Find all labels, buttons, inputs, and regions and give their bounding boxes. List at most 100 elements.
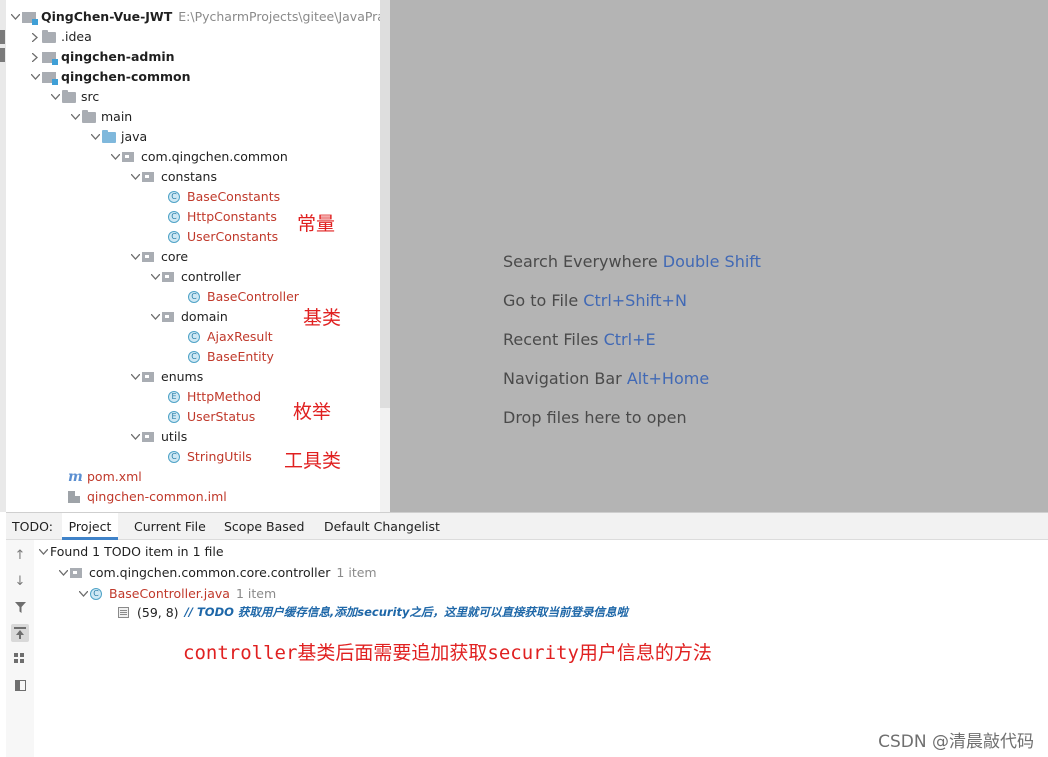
tree-label: qingchen-common.iml [87,489,227,504]
tree-label: enums [161,369,204,384]
chevron-down-icon[interactable] [148,307,162,327]
tree-scrollbar-track[interactable] [380,408,390,512]
group-by-icon[interactable] [11,650,29,668]
tree-node-qingchen-admin[interactable]: qingchen-admin [28,47,175,67]
tree-label: UserConstants [187,229,279,244]
tree-node-class[interactable]: C BaseConstants [168,187,280,207]
hint-go-to-file: Go to File Ctrl+Shift+N [503,291,687,310]
folder-icon [42,27,58,47]
tab-default-changelist[interactable]: Default Changelist [318,513,446,540]
todo-package-label: com.qingchen.common.core.controller [89,565,331,580]
tree-node-src[interactable]: src [48,87,99,107]
chevron-down-icon[interactable] [36,542,50,562]
preview-icon[interactable] [11,624,29,642]
tree-node-enum[interactable]: E UserStatus [168,407,255,427]
tab-current-file[interactable]: Current File [128,513,212,540]
tree-node-pom[interactable]: m pom.xml [68,467,142,487]
chevron-down-icon[interactable] [128,367,142,387]
tool-window-stripe-button[interactable] [0,30,5,44]
chevron-down-icon[interactable] [68,107,82,127]
iml-file-icon [68,487,84,507]
layout-icon[interactable] [11,676,29,694]
tree-node-class[interactable]: C AjaxResult [188,327,273,347]
tree-node-iml[interactable]: qingchen-common.iml [68,487,227,507]
tree-node-class[interactable]: C BaseController [188,287,299,307]
todo-item-row[interactable]: (59, 8) // TODO 获取用户缓存信息,添加security之后，这里… [118,602,628,623]
chevron-down-icon[interactable] [56,563,70,583]
tree-label: controller [181,269,241,284]
tree-label: constans [161,169,217,184]
todo-summary-row[interactable]: Found 1 TODO item in 1 file [36,541,224,562]
tree-label: UserStatus [187,409,256,424]
chevron-down-icon[interactable] [128,167,142,187]
tree-node-root[interactable]: QingChen-Vue-JWT E:\PycharmProjects\gite… [8,7,380,27]
chevron-down-icon[interactable] [76,584,90,604]
package-icon [162,267,178,287]
tree-node-qingchen-common[interactable]: qingchen-common [28,67,191,87]
chevron-right-icon[interactable] [28,27,42,47]
chevron-down-icon[interactable] [48,87,62,107]
tree-node-idea[interactable]: .idea [28,27,92,47]
class-icon: C [188,327,204,347]
tab-project[interactable]: Project [62,513,118,540]
tree-label: com.qingchen.common [141,149,288,164]
tree-label: java [121,129,148,144]
module-folder-icon [42,67,58,87]
tree-label: StringUtils [187,449,252,464]
tree-scrollbar-thumb[interactable] [380,0,390,408]
chevron-right-icon[interactable] [28,47,42,67]
tree-node-class[interactable]: C HttpConstants [168,207,277,227]
arrow-up-icon[interactable]: ↑ [11,546,29,564]
tab-scope-based[interactable]: Scope Based [218,513,310,540]
chevron-down-icon[interactable] [128,247,142,267]
tree-node-class[interactable]: C StringUtils [168,447,252,467]
tree-label: qingchen-common [61,69,191,84]
tree-label: HttpConstants [187,209,277,224]
tree-node-main[interactable]: main [68,107,132,127]
package-icon [122,147,138,167]
module-folder-icon [42,47,58,67]
tree-label: qingchen-admin [61,49,175,64]
todo-position: (59, 8) [137,605,179,620]
tree-node-enums[interactable]: enums [128,367,203,387]
todo-package-row[interactable]: com.qingchen.common.core.controller 1 it… [56,562,377,583]
annotation-enums: 枚举 [293,401,332,423]
project-tree: QingChen-Vue-JWT E:\PycharmProjects\gite… [6,0,380,512]
arrow-down-icon[interactable]: ↓ [11,572,29,590]
tree-node-package[interactable]: com.qingchen.common [108,147,288,167]
tree-node-domain[interactable]: domain [148,307,228,327]
tree-node-controller[interactable]: controller [148,267,241,287]
chevron-down-icon[interactable] [108,147,122,167]
tree-node-class[interactable]: C BaseEntity [188,347,274,367]
annotation-constants: 常量 [297,213,336,235]
tree-node-class[interactable]: C UserConstants [168,227,278,247]
tree-label: core [161,249,189,264]
chevron-down-icon[interactable] [28,67,42,87]
package-icon [70,563,86,583]
todo-panel-title: TODO: [12,519,53,534]
tree-node-core[interactable]: core [128,247,188,267]
chevron-down-icon[interactable] [148,267,162,287]
annotation-utils: 工具类 [284,450,342,472]
chevron-down-icon[interactable] [128,427,142,447]
todo-package-count: 1 item [336,565,377,580]
tree-label: BaseEntity [207,349,274,364]
todo-file-label: BaseController.java [109,586,230,601]
todo-side-toolbar: ↑ ↓ [6,540,35,757]
tree-node-constans[interactable]: constans [128,167,217,187]
todo-file-row[interactable]: C BaseController.java 1 item [76,583,276,604]
chevron-down-icon[interactable] [8,7,22,27]
chevron-down-icon[interactable] [88,127,102,147]
tree-node-utils[interactable]: utils [128,427,187,447]
filter-icon[interactable] [11,598,29,616]
tree-label: AjaxResult [207,329,273,344]
tree-node-enum[interactable]: E HttpMethod [168,387,261,407]
class-icon: C [188,287,204,307]
folder-icon [82,107,98,127]
hint-navigation-bar: Navigation Bar Alt+Home [503,369,710,388]
root-path: E:\PycharmProjects\gitee\JavaPractice [178,9,380,24]
source-folder-icon [102,127,118,147]
folder-icon [62,87,78,107]
tool-window-stripe-button[interactable] [0,48,5,62]
tree-node-java[interactable]: java [88,127,147,147]
